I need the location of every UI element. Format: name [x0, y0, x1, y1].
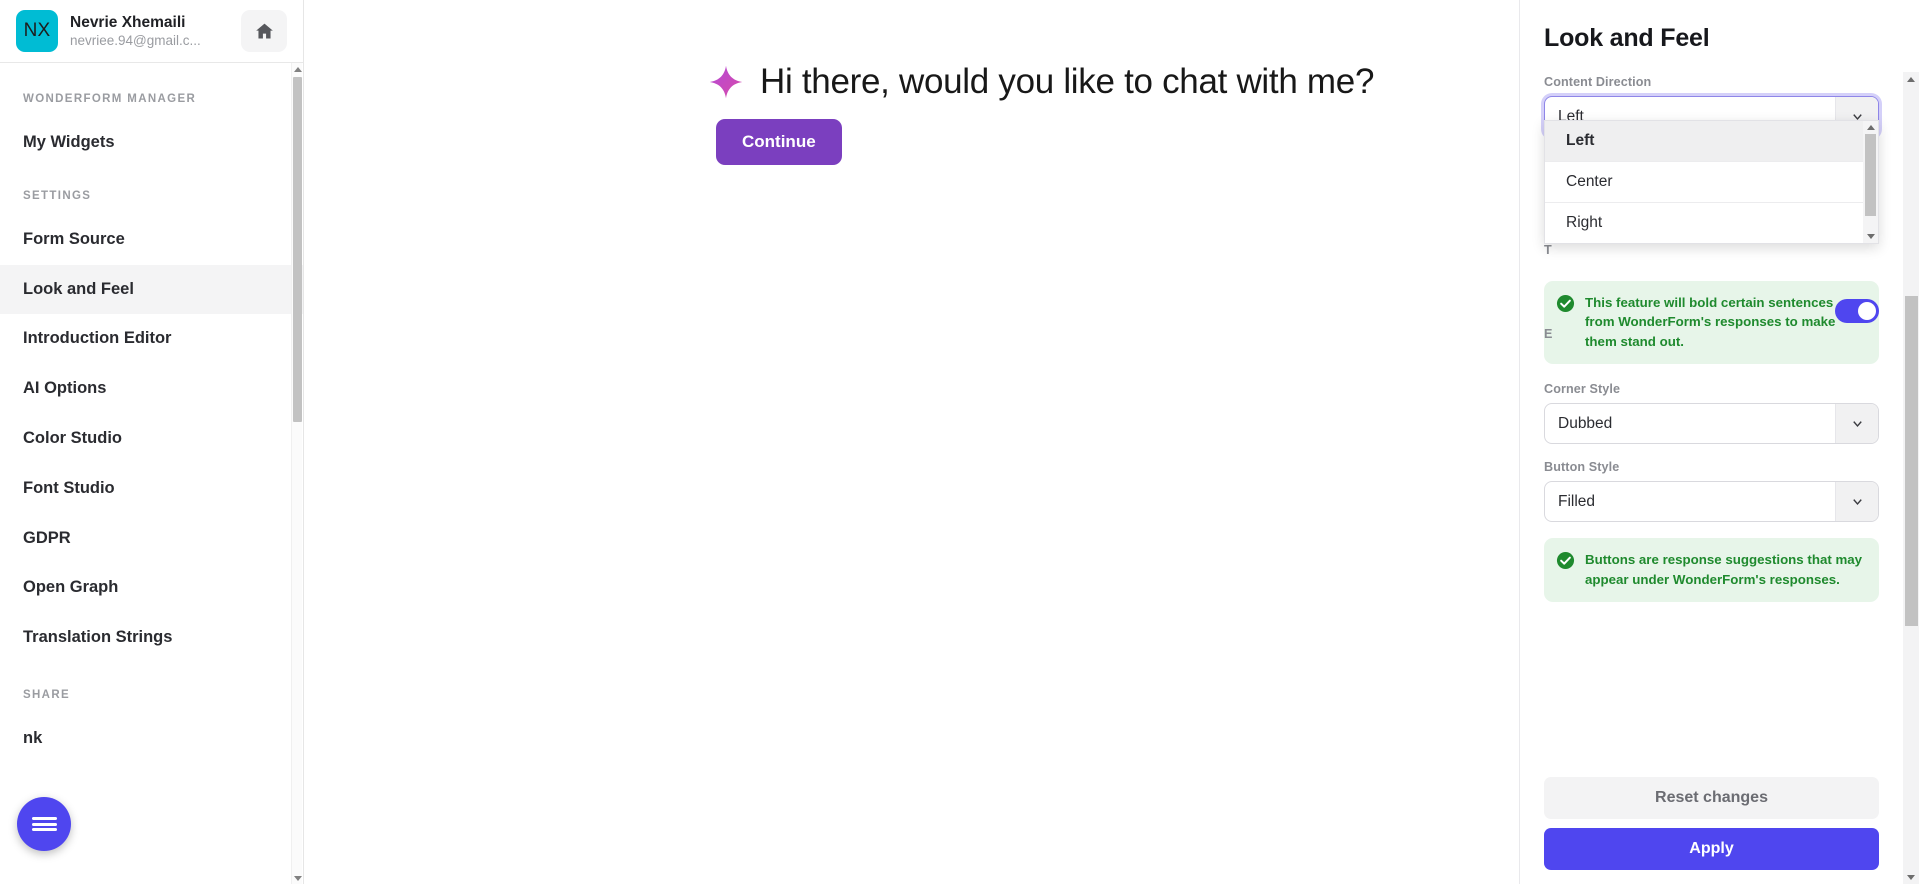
corner-style-value: Dubbed	[1558, 414, 1613, 432]
panel-footer: Reset changes Apply	[1544, 777, 1879, 870]
sidebar-item-introduction-editor[interactable]: Introduction Editor	[0, 314, 303, 364]
button-style-value: Filled	[1558, 492, 1596, 510]
bold-feature-alert: This feature will bold certain sentences…	[1544, 281, 1879, 365]
hidden-field-label-1: T	[1544, 243, 1552, 257]
panel-scroll-down-icon[interactable]	[1903, 870, 1919, 884]
continue-button[interactable]: Continue	[716, 119, 842, 165]
apply-button[interactable]: Apply	[1544, 828, 1879, 870]
home-button[interactable]	[241, 10, 287, 52]
content-direction-label: Content Direction	[1544, 75, 1652, 89]
panel-scroll-up-icon[interactable]	[1903, 72, 1919, 86]
reset-changes-button[interactable]: Reset changes	[1544, 777, 1879, 819]
app-root: NX Nevrie Xhemaili nevriee.94@gmail.c...…	[0, 0, 1919, 884]
user-name: Nevrie Xhemaili	[70, 13, 186, 31]
check-circle-icon	[1556, 294, 1575, 313]
scroll-down-arrow-icon[interactable]	[292, 872, 303, 884]
dropdown-scroll-down-icon[interactable]	[1863, 230, 1878, 243]
corner-style-select[interactable]: Dubbed	[1544, 403, 1879, 445]
preview-content: Hi there, would you like to chat with me…	[304, 0, 1520, 165]
nav-section-title-share: SHARE	[23, 688, 71, 701]
preview-greeting-text: Hi there, would you like to chat with me…	[760, 62, 1375, 101]
user-meta: Nevrie Xhemaili nevriee.94@gmail.c...	[70, 14, 229, 48]
content-direction-option-list: Left Center Right	[1545, 121, 1878, 243]
corner-style-label: Corner Style	[1544, 382, 1621, 397]
panel-body: T E Content Direction Left Left Center R…	[1520, 53, 1919, 865]
button-style-label: Button Style	[1544, 460, 1620, 475]
sidebar-item-gdpr[interactable]: GDPR	[0, 514, 303, 564]
sidebar-header: NX Nevrie Xhemaili nevriee.94@gmail.c...	[0, 0, 303, 63]
sidebar-scrollbar-thumb[interactable]	[293, 77, 302, 422]
dropdown-scroll-up-icon[interactable]	[1863, 121, 1878, 134]
panel-scrollbar-thumb[interactable]	[1905, 296, 1918, 626]
preview-area: Hi there, would you like to chat with me…	[304, 0, 1520, 884]
chevron-down-icon[interactable]	[1835, 404, 1878, 444]
sidebar-item-look-and-feel[interactable]: Look and Feel	[0, 264, 303, 315]
dropdown-option-left[interactable]: Left	[1545, 121, 1878, 162]
chevron-down-icon[interactable]	[1835, 482, 1878, 522]
dropdown-scrollbar-thumb[interactable]	[1865, 134, 1876, 216]
corner-style-field: Corner Style Dubbed	[1544, 382, 1879, 445]
sidebar-item-link[interactable]: nk	[0, 714, 303, 764]
panel-title: Look and Feel	[1544, 24, 1710, 52]
look-and-feel-panel: Look and Feel T E Content Direction Left…	[1520, 0, 1919, 884]
button-style-field: Button Style Filled	[1544, 460, 1879, 523]
bold-feature-alert-text: This feature will bold certain sentences…	[1585, 295, 1836, 349]
user-email: nevriee.94@gmail.c...	[70, 32, 201, 48]
content-direction-field: Content Direction Left Left Center Right	[1544, 75, 1879, 244]
hamburger-menu-icon	[31, 814, 57, 833]
avatar: NX	[16, 10, 58, 52]
sidebar-scroll-area: WONDERFORM MANAGER My Widgets SETTINGS F…	[0, 63, 303, 884]
dropdown-scrollbar[interactable]	[1863, 121, 1878, 243]
buttons-info-alert: Buttons are response suggestions that ma…	[1544, 538, 1879, 603]
sidebar-item-font-studio[interactable]: Font Studio	[0, 464, 303, 514]
hidden-toggle-switch[interactable]	[1835, 299, 1879, 323]
scroll-up-arrow-icon[interactable]	[292, 63, 303, 75]
sidebar-item-form-source[interactable]: Form Source	[0, 215, 303, 265]
hidden-field-label-2: E	[1544, 327, 1553, 341]
sidebar-item-my-widgets[interactable]: My Widgets	[0, 118, 303, 168]
sidebar-item-ai-options[interactable]: AI Options	[0, 364, 303, 414]
dropdown-option-center[interactable]: Center	[1545, 162, 1878, 203]
sparkle-icon	[709, 65, 743, 99]
check-circle-icon	[1556, 552, 1575, 570]
hamburger-menu-button[interactable]	[17, 797, 71, 851]
dropdown-option-right[interactable]: Right	[1545, 203, 1878, 243]
sidebar-scrollbar[interactable]	[291, 63, 302, 884]
panel-scrollbar[interactable]	[1903, 72, 1919, 884]
home-icon	[255, 23, 273, 38]
preview-greeting-row: Hi there, would you like to chat with me…	[708, 62, 1520, 102]
button-style-select[interactable]: Filled	[1544, 481, 1879, 523]
nav-section-title-manager: WONDERFORM MANAGER	[23, 93, 197, 105]
buttons-info-alert-text: Buttons are response suggestions that ma…	[1585, 552, 1863, 587]
sidebar-item-color-studio[interactable]: Color Studio	[0, 414, 303, 464]
sidebar-item-open-graph[interactable]: Open Graph	[0, 563, 303, 613]
sidebar-item-translation-strings[interactable]: Translation Strings	[0, 613, 303, 663]
sidebar: NX Nevrie Xhemaili nevriee.94@gmail.c...…	[0, 0, 304, 884]
nav-section-title-settings: SETTINGS	[23, 189, 92, 202]
content-direction-dropdown[interactable]: Left Center Right	[1544, 120, 1879, 244]
